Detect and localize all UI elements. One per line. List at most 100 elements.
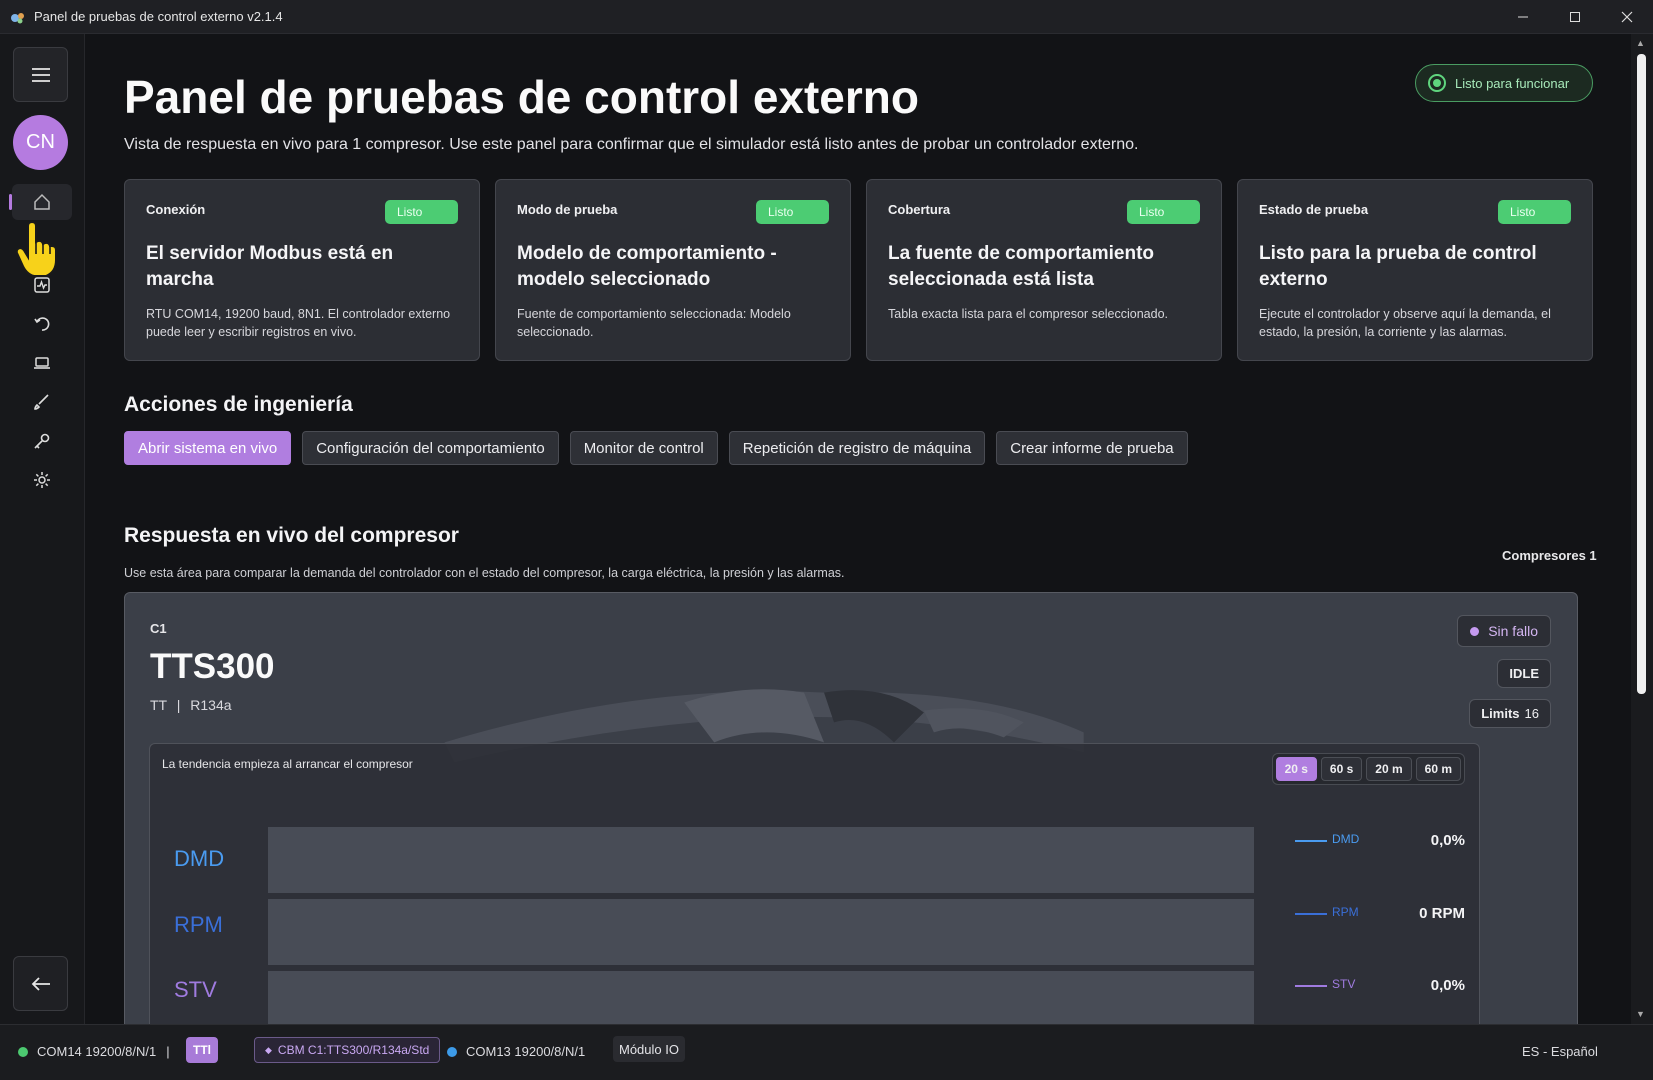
scroll-up-icon[interactable]: ▲ bbox=[1636, 38, 1645, 48]
machine-log-replay-button[interactable]: Repetición de registro de máquina bbox=[728, 431, 986, 465]
sidebar-item-settings[interactable] bbox=[12, 462, 72, 498]
port1-label: COM14 19200/8/N/1 bbox=[37, 1044, 157, 1059]
port2-status: COM13 19200/8/N/1 bbox=[447, 1044, 585, 1059]
dmd-trend-band bbox=[268, 827, 1254, 893]
status-badge: Listo bbox=[1498, 200, 1571, 224]
compressor-meta: TT | R134a bbox=[150, 697, 232, 713]
trend-plot-area bbox=[268, 827, 1254, 1024]
card-detail: Tabla exacta lista para el compresor sel… bbox=[888, 307, 1169, 321]
scroll-down-icon[interactable]: ▼ bbox=[1636, 1009, 1645, 1019]
back-button[interactable] bbox=[13, 956, 68, 1011]
sidebar-item-tools[interactable] bbox=[12, 423, 72, 459]
page-subtitle: Vista de respuesta en vivo para 1 compre… bbox=[124, 136, 1139, 153]
open-live-system-button[interactable]: Abrir sistema en vivo bbox=[124, 431, 292, 465]
behavior-config-button[interactable]: Configuración del comportamiento bbox=[302, 431, 559, 465]
compressor-model: TTS300 bbox=[150, 647, 275, 686]
vertical-scrollbar[interactable]: ▲ ▼ bbox=[1631, 34, 1653, 1024]
brush-icon bbox=[34, 394, 49, 410]
card-heading: El servidor Modbus está en marcha bbox=[146, 243, 394, 290]
laptop-icon bbox=[34, 357, 50, 369]
stv-value: 0,0% bbox=[1430, 977, 1465, 994]
main-content: Panel de pruebas de control externo Vist… bbox=[85, 34, 1630, 1024]
minimize-icon bbox=[1518, 16, 1528, 18]
maximize-button[interactable] bbox=[1549, 0, 1601, 34]
sidebar-item-device[interactable] bbox=[12, 345, 72, 381]
avatar[interactable]: CN bbox=[13, 115, 68, 170]
key-icon bbox=[34, 433, 50, 449]
fault-dot-icon bbox=[1470, 626, 1480, 636]
compressor-refrigerant: R134a bbox=[190, 697, 232, 713]
status-bar: COM14 19200/8/N/1 | TTl ◆ CBM C1:TTS300/… bbox=[0, 1024, 1653, 1080]
language-selector[interactable]: ES - Español bbox=[1522, 1044, 1598, 1059]
card-heading: Modelo de comportamiento - modelo selecc… bbox=[517, 243, 777, 290]
ready-status-label: Listo para funcionar bbox=[1455, 75, 1570, 91]
io-module-tag[interactable]: Módulo IO bbox=[613, 1036, 685, 1062]
rpm-value: 0 RPM bbox=[1419, 905, 1465, 922]
dmd-legend-line bbox=[1295, 840, 1327, 842]
sidebar-item-edit[interactable] bbox=[12, 384, 72, 420]
limits-count: 16 bbox=[1524, 706, 1539, 721]
compressor-id: C1 bbox=[150, 621, 167, 636]
range-20m-button[interactable]: 20 m bbox=[1366, 757, 1412, 781]
maximize-icon bbox=[1570, 12, 1580, 22]
live-response-subtitle: Use esta área para comparar la demanda d… bbox=[124, 566, 845, 580]
menu-button[interactable] bbox=[13, 47, 68, 102]
scrollbar-thumb[interactable] bbox=[1637, 54, 1646, 694]
state-badge: IDLE bbox=[1497, 659, 1551, 688]
gear-icon bbox=[34, 472, 50, 488]
status-card-test-mode: Modo de prueba Listo Modelo de comportam… bbox=[495, 179, 851, 361]
stv-legend-name: STV bbox=[1332, 977, 1356, 991]
home-icon bbox=[34, 193, 50, 210]
meta-separator: | bbox=[176, 697, 181, 713]
port1-status: COM14 19200/8/N/1 | bbox=[18, 1044, 170, 1059]
title-bar: Panel de pruebas de control externo v2.1… bbox=[0, 0, 1653, 34]
page-title: Panel de pruebas de control externo bbox=[124, 71, 919, 123]
fault-status-label: Sin fallo bbox=[1488, 623, 1538, 639]
status-dot-icon bbox=[1428, 74, 1446, 92]
compressor-panel: C1 TTS300 TT | R134a Sin fallo IDLE Limi… bbox=[124, 592, 1578, 1024]
app-icon bbox=[11, 12, 24, 23]
card-detail: RTU COM14, 19200 baud, 8N1. El controlad… bbox=[146, 307, 451, 339]
minimize-button[interactable] bbox=[1497, 0, 1549, 34]
close-icon bbox=[1621, 11, 1633, 23]
arrow-left-icon bbox=[31, 976, 50, 991]
range-60s-button[interactable]: 60 s bbox=[1320, 757, 1363, 781]
stv-trend-band bbox=[268, 971, 1254, 1024]
trend-caption: La tendencia empieza al arrancar el comp… bbox=[162, 757, 413, 771]
dmd-label: DMD bbox=[174, 846, 225, 871]
port2-label: COM13 19200/8/N/1 bbox=[466, 1044, 586, 1059]
time-range-selector: 20 s 60 s 20 m 60 m bbox=[1271, 753, 1465, 785]
cbm-tag-label: CBM C1:TTS300/R134a/Std bbox=[277, 1043, 430, 1057]
port-separator: | bbox=[166, 1044, 170, 1059]
rpm-legend-line bbox=[1295, 913, 1327, 915]
control-monitor-button[interactable]: Monitor de control bbox=[569, 431, 718, 465]
sidebar-item-home[interactable] bbox=[9, 184, 72, 220]
status-card-coverage: Cobertura Listo La fuente de comportamie… bbox=[866, 179, 1222, 361]
hand-cursor-icon bbox=[15, 220, 57, 277]
status-badge: Listo bbox=[756, 200, 829, 224]
sidebar-item-replay[interactable] bbox=[12, 306, 72, 342]
hamburger-icon bbox=[31, 67, 50, 82]
dmd-legend-name: DMD bbox=[1332, 832, 1360, 846]
status-badge: Listo bbox=[1127, 200, 1200, 224]
window-title: Panel de pruebas de control externo v2.1… bbox=[34, 9, 283, 24]
rpm-label: RPM bbox=[174, 912, 223, 937]
sidebar: CN bbox=[0, 34, 85, 1024]
ttl-tag[interactable]: TTl bbox=[186, 1037, 218, 1063]
compressor-count: Compresores 1 bbox=[1502, 548, 1597, 563]
limits-badge[interactable]: Limits 16 bbox=[1469, 699, 1551, 728]
trend-panel: La tendencia empieza al arrancar el comp… bbox=[149, 743, 1480, 1024]
range-20s-button[interactable]: 20 s bbox=[1275, 757, 1317, 781]
ready-status-badge: Listo para funcionar bbox=[1415, 64, 1593, 102]
replay-icon bbox=[34, 317, 50, 331]
engineering-actions-title: Acciones de ingeniería bbox=[124, 393, 353, 416]
status-card-connection: Conexión Listo El servidor Modbus está e… bbox=[124, 179, 480, 361]
window-controls bbox=[1497, 0, 1653, 34]
engineering-actions: Abrir sistema en vivo Configuración del … bbox=[124, 431, 1188, 465]
close-button[interactable] bbox=[1601, 0, 1653, 34]
range-60m-button[interactable]: 60 m bbox=[1415, 757, 1461, 781]
create-test-report-button[interactable]: Crear informe de prueba bbox=[996, 431, 1188, 465]
cbm-tag[interactable]: ◆ CBM C1:TTS300/R134a/Std bbox=[254, 1037, 441, 1063]
card-heading: Listo para la prueba de control externo bbox=[1259, 243, 1537, 290]
stv-legend-line bbox=[1295, 985, 1327, 987]
